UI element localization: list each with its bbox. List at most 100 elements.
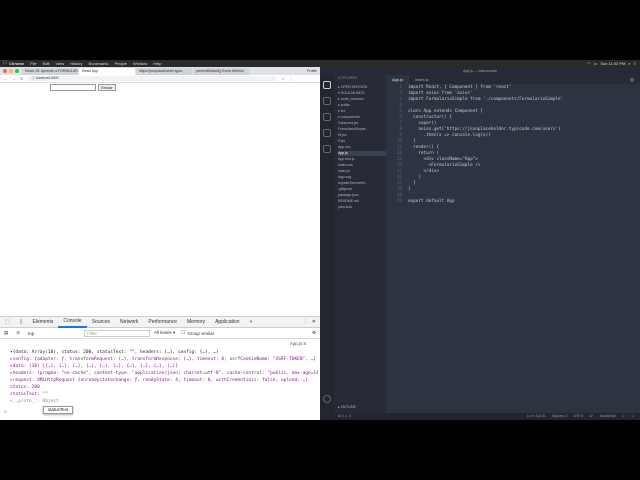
console-prop-config[interactable]: ▸config: {adapter: ƒ, transformRequest: …: [10, 356, 318, 363]
file-tree-item[interactable]: P.jsx: [338, 139, 345, 144]
file-tree-item[interactable]: index.js: [338, 169, 350, 174]
file-tree-item[interactable]: ▸ node_modules: [338, 97, 364, 102]
file-tree-item[interactable]: App.test.js: [338, 157, 354, 162]
tab-console[interactable]: Console: [58, 317, 87, 328]
reload-icon[interactable]: ↻: [20, 76, 23, 81]
menu-window[interactable]: Window: [130, 60, 150, 67]
code-editor[interactable]: 1 import React, { Component } from 'react…: [386, 85, 640, 385]
file-tree-item[interactable]: App.css: [338, 145, 350, 150]
file-tree-item[interactable]: yarn.lock: [338, 205, 352, 210]
close-window-icon[interactable]: [3, 69, 7, 73]
file-tree-item[interactable]: ▸ OPEN EDITORS: [338, 85, 367, 90]
enviar-button[interactable]: Enviar: [98, 84, 116, 91]
source-control-icon[interactable]: [323, 113, 331, 121]
menu-edit[interactable]: Edit: [40, 60, 53, 67]
code-line[interactable]: import FormularioSimple from './componen…: [408, 97, 563, 103]
clear-console-icon[interactable]: ⊘: [12, 330, 24, 336]
file-tree-item[interactable]: ▾ src: [338, 109, 345, 114]
menubar-app-name[interactable]: Chrome: [6, 60, 27, 67]
menubar-clock[interactable]: Sun 11:02 PM: [600, 60, 625, 67]
explorer-icon[interactable]: [323, 81, 331, 89]
close-devtools-icon[interactable]: ✕: [312, 319, 320, 325]
console-log-object[interactable]: ▾{data: Array(10), status: 200, statusTe…: [10, 349, 318, 356]
tab-performance[interactable]: Performance: [143, 317, 182, 328]
feedback-icon[interactable]: ☺: [622, 413, 626, 420]
console-prop-request[interactable]: ▸request: XMLHttpRequest {onreadystatech…: [10, 377, 318, 384]
tab-network[interactable]: Network: [115, 317, 143, 328]
menu-help[interactable]: Help: [150, 60, 164, 67]
split-editor-icon[interactable]: ▥: [630, 75, 640, 84]
notifications-icon[interactable]: ♫: [631, 413, 634, 420]
devtools-menu-icon[interactable]: ⋮: [303, 319, 312, 325]
file-tree-item[interactable]: logo.svg: [338, 175, 351, 180]
tab-application[interactable]: Application: [210, 317, 244, 328]
tab-sources[interactable]: Sources: [87, 317, 115, 328]
line-ending[interactable]: LF: [589, 413, 593, 420]
file-tree-item[interactable]: Cabecera.jsx: [338, 121, 358, 126]
editor-tab-index-js[interactable]: index.js: [409, 75, 435, 84]
file-tree-item[interactable]: Hi.jsx: [338, 133, 347, 138]
console-settings-icon[interactable]: ⚙: [312, 330, 320, 336]
file-tree-item[interactable]: registerServiceW...: [338, 181, 367, 186]
search-icon[interactable]: ⌕: [628, 60, 630, 67]
cursor-position[interactable]: Ln 9, Col 31: [527, 413, 546, 420]
indentation[interactable]: Spaces: 2: [552, 413, 568, 420]
address-bar[interactable]: ⓘ localhost:3000: [27, 76, 278, 81]
outline-section[interactable]: ▸ OUTLINE: [338, 405, 356, 410]
back-icon[interactable]: ←: [4, 76, 8, 81]
console-filter-input[interactable]: Filter: [84, 329, 151, 337]
extensions-icon[interactable]: [323, 145, 331, 153]
menu-list-icon[interactable]: ≡: [634, 60, 636, 67]
file-tree-item[interactable]: ▾ components: [338, 115, 360, 120]
browser-tab[interactable]: React JS: Aprende a FORMULARIO: [22, 68, 78, 75]
wifi-icon[interactable]: ◠: [587, 60, 591, 67]
problems-indicator[interactable]: ⊗ 0 ⚠ 0: [320, 413, 351, 420]
code-line[interactable]: .then(x => console.log(x)): [408, 133, 491, 139]
browser-tab[interactable]: https://jsonplaceholder.typic...: [136, 68, 192, 75]
settings-gear-icon[interactable]: [323, 395, 331, 403]
profile-label[interactable]: Profile: [307, 68, 320, 75]
tab-elements[interactable]: Elements: [28, 317, 59, 328]
menu-history[interactable]: History: [67, 60, 85, 67]
editor-tab-app-js[interactable]: App.js: [386, 75, 410, 84]
context-selector[interactable]: top: [24, 331, 84, 336]
menu-view[interactable]: View: [52, 60, 67, 67]
code-line[interactable]: export default App: [408, 199, 455, 205]
sidebar-toggle-icon[interactable]: ▤: [0, 330, 12, 336]
encoding[interactable]: UTF-8: [573, 413, 583, 420]
menu-people[interactable]: People: [112, 60, 130, 67]
file-tree-item[interactable]: package.json: [338, 193, 359, 198]
console-source-link[interactable]: App.js:5: [290, 341, 306, 346]
file-tree-item[interactable]: README.md: [338, 199, 359, 204]
minimize-window-icon[interactable]: [9, 69, 13, 73]
log-levels-dropdown[interactable]: All levels ▾: [150, 330, 179, 336]
menu-file[interactable]: File: [27, 60, 39, 67]
search-icon[interactable]: [323, 97, 331, 105]
tab-memory[interactable]: Memory: [182, 317, 210, 328]
console-prop-proto[interactable]: ▸__proto__: Object: [10, 398, 318, 405]
maximize-window-icon[interactable]: [15, 69, 19, 73]
file-tree-item[interactable]: App.js: [338, 151, 386, 156]
more-tabs-button[interactable]: »: [245, 317, 258, 328]
group-similar-checkbox[interactable]: ☐: [179, 330, 187, 336]
console-prop-data[interactable]: ▸data: (10) [{…}, {…}, {…}, {…}, {…}, {……: [10, 363, 318, 370]
bookmark-star-icon[interactable]: ☆: [281, 76, 285, 81]
file-tree-item[interactable]: index.css: [338, 163, 353, 168]
debug-icon[interactable]: [323, 129, 331, 137]
battery-icon[interactable]: ▭: [594, 60, 598, 67]
form-text-input[interactable]: [50, 84, 96, 91]
forward-icon[interactable]: →: [12, 76, 16, 81]
code-line[interactable]: }: [408, 187, 411, 193]
chrome-menu-icon[interactable]: ⋮: [289, 76, 293, 81]
device-toolbar-icon[interactable]: ▯: [15, 317, 28, 328]
console-prop-headers[interactable]: ▸headers: {pragma: "no-cache", content-t…: [10, 370, 318, 377]
file-tree-item[interactable]: FormularioSimple...: [338, 127, 368, 132]
file-tree-item[interactable]: ▸ public: [338, 103, 350, 108]
menu-bookmarks[interactable]: Bookmarks: [86, 60, 112, 67]
file-tree-item[interactable]: ▾ HOLA-MUNDO: [338, 91, 365, 96]
browser-tab-active[interactable]: React App: [79, 68, 135, 75]
file-tree-item[interactable]: .gitignore: [338, 187, 352, 192]
inspect-element-icon[interactable]: ⬚: [0, 317, 15, 328]
language-mode[interactable]: JavaScript: [599, 413, 615, 420]
browser-tab[interactable]: preventDefault() Event Method: [193, 68, 249, 75]
